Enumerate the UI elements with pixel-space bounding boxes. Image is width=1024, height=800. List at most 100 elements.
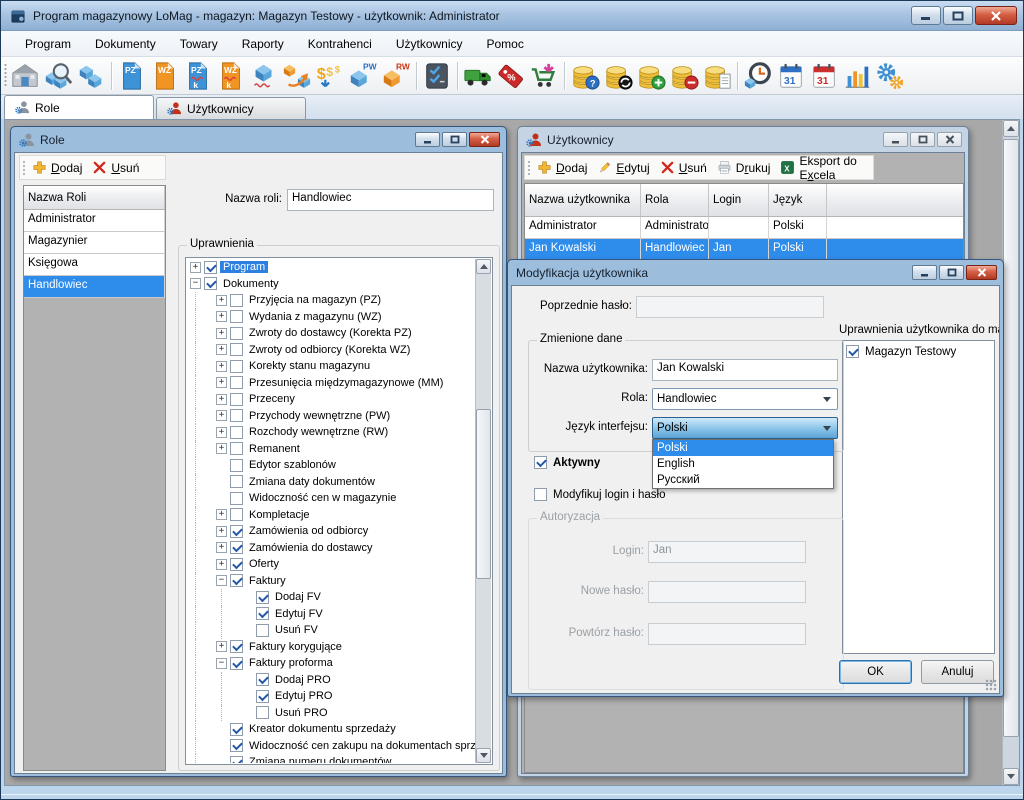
menu-item-pomoc[interactable]: Pomoc: [475, 33, 536, 55]
mdi-scroll-down[interactable]: [1003, 768, 1019, 785]
expand-plus-icon[interactable]: +: [216, 427, 227, 438]
tree-item-label[interactable]: Program: [220, 261, 268, 273]
menu-item-dokumenty[interactable]: Dokumenty: [83, 33, 168, 55]
tree-item-label[interactable]: Remanent: [246, 443, 303, 455]
tree-checkbox[interactable]: [230, 657, 243, 670]
tree-item[interactable]: +Przyjęcia na magazyn (PZ): [187, 292, 475, 309]
tree-item[interactable]: − Faktury: [187, 573, 475, 590]
tree-checkbox[interactable]: [230, 558, 243, 571]
tree-checkbox[interactable]: [230, 343, 243, 356]
tree-item[interactable]: Edytuj PRO: [187, 688, 475, 705]
collapse-minus-icon[interactable]: −: [216, 575, 227, 586]
tree-item[interactable]: +Wydania z magazynu (WZ): [187, 309, 475, 326]
role-row-handlowiec[interactable]: Handlowiec: [24, 276, 165, 298]
tree-checkbox[interactable]: [230, 426, 243, 439]
tree-item-label[interactable]: Przeceny: [246, 393, 298, 405]
collapse-minus-icon[interactable]: −: [190, 278, 201, 289]
roles-list-header[interactable]: Nazwa Roli: [24, 186, 165, 209]
tree-item-label[interactable]: Faktury: [246, 575, 289, 587]
menu-item-raporty[interactable]: Raporty: [230, 33, 296, 55]
tree-checkbox[interactable]: [230, 360, 243, 373]
users-minimize-button[interactable]: [883, 132, 908, 147]
tree-item[interactable]: Zmiana numeru dokumentów: [187, 754, 475, 763]
expand-plus-icon[interactable]: +: [216, 295, 227, 306]
minimize-button[interactable]: [911, 6, 941, 25]
calendar-blue-icon[interactable]: 31: [775, 60, 807, 92]
column-header-rola[interactable]: Rola: [641, 184, 709, 216]
tree-scrollbar[interactable]: [475, 259, 491, 763]
users-usuń-button[interactable]: Usuń: [655, 158, 712, 177]
tree-item[interactable]: −Faktury proforma: [187, 655, 475, 672]
tab-role[interactable]: Role: [4, 95, 154, 119]
tree-item[interactable]: Dodaj PRO: [187, 672, 475, 689]
tree-item-label[interactable]: Zmiana numeru dokumentów: [246, 756, 394, 763]
orders-cart-icon[interactable]: [528, 60, 560, 92]
doc-pz-correction-icon[interactable]: PZk: [182, 60, 214, 92]
tree-checkbox[interactable]: [230, 525, 243, 538]
users-close-button[interactable]: [937, 132, 962, 147]
cancel-button[interactable]: Anuluj: [921, 660, 994, 684]
tree-item-label[interactable]: Rozchody wewnętrzne (RW): [246, 426, 391, 438]
expand-plus-icon[interactable]: +: [216, 542, 227, 553]
tree-item[interactable]: Widoczność cen zakupu na dokumentach spr…: [187, 738, 475, 755]
close-button[interactable]: [975, 6, 1017, 25]
warehouse-checkbox[interactable]: [846, 345, 859, 358]
tree-item-label[interactable]: Edytuj FV: [272, 608, 326, 620]
language-option-english[interactable]: English: [653, 456, 833, 472]
tree-item[interactable]: +Oferty: [187, 556, 475, 573]
products-icon[interactable]: [75, 60, 107, 92]
tree-checkbox[interactable]: [230, 442, 243, 455]
tree-item[interactable]: Edytor szablonów: [187, 457, 475, 474]
tree-item-label[interactable]: Usuń FV: [272, 624, 321, 636]
tree-item[interactable]: Usuń FV: [187, 622, 475, 639]
expand-plus-icon[interactable]: +: [216, 394, 227, 405]
role-usuń-button[interactable]: Usuń: [87, 158, 144, 177]
expand-plus-icon[interactable]: +: [216, 311, 227, 322]
active-checkbox-row[interactable]: Aktywny: [534, 456, 600, 469]
language-combobox[interactable]: Polski: [652, 417, 838, 439]
search-products-icon[interactable]: [42, 60, 74, 92]
menu-item-kontrahenci[interactable]: Kontrahenci: [296, 33, 384, 55]
users-edytuj-button[interactable]: Edytuj: [592, 158, 654, 177]
collapse-minus-icon[interactable]: −: [216, 658, 227, 669]
user-row-administrator[interactable]: AdministratorAdministratorPolski: [525, 217, 963, 239]
role-maximize-button[interactable]: [442, 132, 467, 147]
tree-checkbox[interactable]: [230, 327, 243, 340]
mdi-scroll-up[interactable]: [1003, 120, 1019, 137]
role-close-button[interactable]: [469, 132, 500, 147]
role-dodaj-button[interactable]: Dodaj: [27, 158, 87, 177]
column-header-język[interactable]: Język: [769, 184, 827, 216]
modify-login-checkbox-row[interactable]: Modyfikuj login i hasło: [534, 488, 666, 501]
dialog-close-button[interactable]: [966, 265, 997, 280]
expand-plus-icon[interactable]: +: [216, 328, 227, 339]
expand-plus-icon[interactable]: +: [190, 262, 201, 273]
tree-item-label[interactable]: Dodaj PRO: [272, 674, 334, 686]
tree-checkbox[interactable]: [204, 261, 217, 274]
users-eksport-do-excela-button[interactable]: XEksport do Excela: [775, 152, 873, 184]
tree-item-label[interactable]: Zwroty do dostawcy (Korekta PZ): [246, 327, 415, 339]
ok-button[interactable]: OK: [839, 660, 912, 684]
history-clock-icon[interactable]: [742, 60, 774, 92]
column-header-nazwa-użytkownika[interactable]: Nazwa użytkownika: [525, 184, 641, 216]
tree-scroll-thumb[interactable]: [476, 409, 491, 579]
coins-add-icon[interactable]: [635, 60, 667, 92]
expand-plus-icon[interactable]: +: [216, 641, 227, 652]
tree-item[interactable]: +Remanent: [187, 441, 475, 458]
expand-plus-icon[interactable]: +: [216, 509, 227, 520]
tree-scroll-up[interactable]: [476, 259, 491, 274]
expand-plus-icon[interactable]: +: [216, 559, 227, 570]
statistics-chart-icon[interactable]: [841, 60, 873, 92]
tree-checkbox[interactable]: [230, 541, 243, 554]
settings-gears-icon[interactable]: [874, 60, 906, 92]
menu-item-program[interactable]: Program: [13, 33, 83, 55]
stock-correction-icon[interactable]: [248, 60, 280, 92]
expand-plus-icon[interactable]: +: [216, 377, 227, 388]
coins-question-icon[interactable]: ?: [569, 60, 601, 92]
tree-item-label[interactable]: Zamówienia do dostawcy: [246, 542, 376, 554]
tree-checkbox[interactable]: [230, 376, 243, 389]
tree-item[interactable]: +Przesunięcia międzymagazynowe (MM): [187, 375, 475, 392]
tree-item[interactable]: +Korekty stanu magazynu: [187, 358, 475, 375]
dialog-maximize-button[interactable]: [939, 265, 964, 280]
tree-item-label[interactable]: Edytuj PRO: [272, 690, 335, 702]
tree-checkbox[interactable]: [230, 294, 243, 307]
